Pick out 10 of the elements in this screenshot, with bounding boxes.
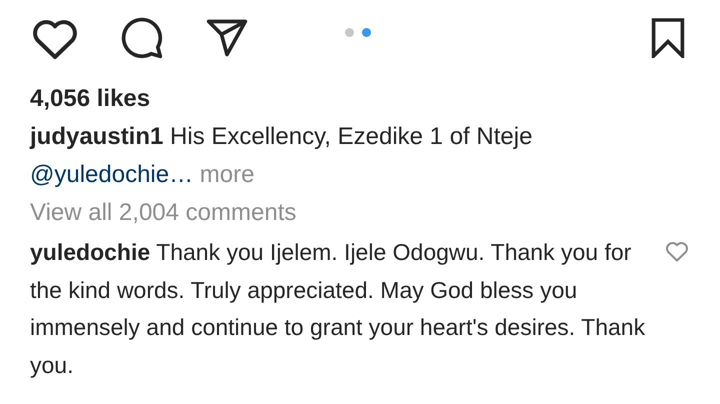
save-button[interactable] [650,18,686,58]
speech-bubble-icon [120,16,164,60]
comment-button[interactable] [120,16,164,60]
comment-text: yuledochie Thank you Ijelem. Ijele Odogwu. Thank you for the kind words. Truly appreciated. May God bless you immensely and continue to grant your heart's desires. Thank you. [30,238,646,380]
caption-continuation: @yuledochie… more [30,160,256,190]
view-comments-link[interactable]: View all 2,004 comments [30,194,720,232]
comment-like-button[interactable] [664,240,690,262]
bookmark-icon [650,18,686,58]
likes-count: 4,056 likes [30,84,152,114]
caption: judyaustin1 His Excellency, Ezedike 1 of Nteje [30,122,534,152]
